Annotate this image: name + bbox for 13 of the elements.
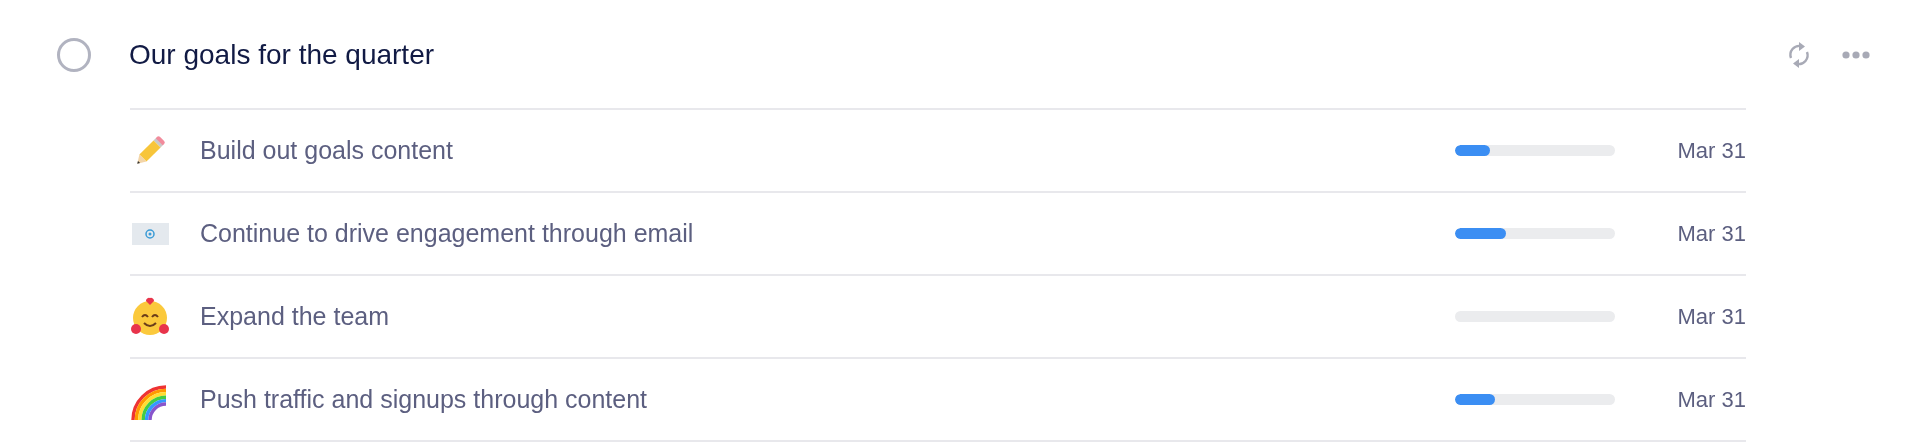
due-date: Mar 31 (1676, 137, 1746, 164)
smiley-icon (130, 296, 170, 337)
due-date: Mar 31 (1676, 220, 1746, 247)
sync-icon[interactable] (1786, 41, 1812, 69)
due-date: Mar 31 (1676, 386, 1746, 413)
due-date: Mar 31 (1676, 303, 1746, 330)
goal-title[interactable]: Expand the team (200, 302, 1455, 331)
goal-title[interactable]: Push traffic and signups through content (200, 385, 1455, 414)
goal-title[interactable]: Continue to drive engagement through email (200, 219, 1455, 248)
goal-checkbox[interactable] (57, 38, 91, 72)
more-icon[interactable] (1842, 51, 1870, 59)
goal-title[interactable]: Build out goals content (200, 136, 1455, 165)
goal-heading: Our goals for the quarter (129, 39, 436, 71)
